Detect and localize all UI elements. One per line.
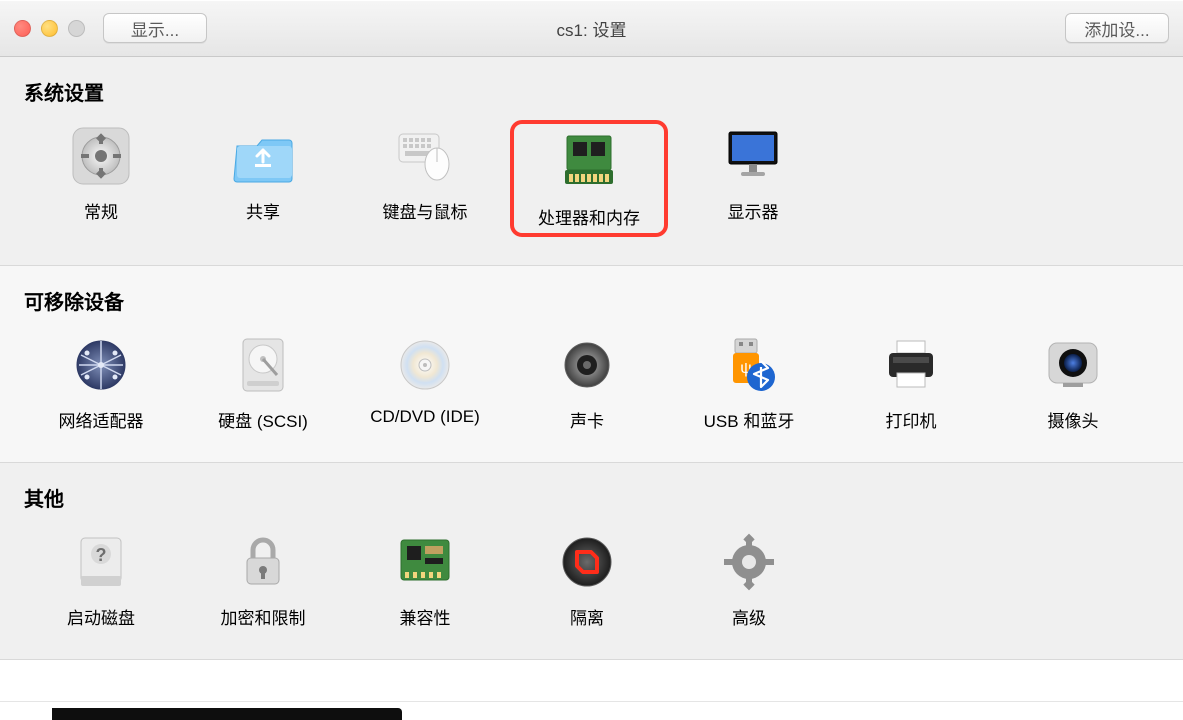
section-heading: 系统设置	[24, 77, 1159, 106]
folder-share-icon	[231, 124, 295, 188]
item-printer[interactable]: 打印机	[834, 329, 988, 434]
item-label: 键盘与鼠标	[383, 198, 468, 223]
item-label: 声卡	[570, 407, 604, 432]
item-label: 加密和限制	[221, 604, 306, 629]
camera-icon	[1041, 333, 1105, 397]
maximize-window[interactable]	[68, 20, 85, 37]
item-label: 高级	[732, 604, 766, 629]
svg-text:?: ?	[96, 545, 107, 565]
usb-bluetooth-icon: ψ	[717, 333, 781, 397]
gear-icon	[69, 124, 133, 188]
advanced-gear-icon	[717, 530, 781, 594]
isolation-icon	[555, 530, 619, 594]
item-cpu-memory[interactable]: 处理器和内存	[510, 120, 668, 237]
item-label: 启动磁盘	[67, 604, 135, 629]
item-sharing[interactable]: 共享	[186, 120, 340, 237]
add-device-button[interactable]: 添加设...	[1065, 13, 1169, 43]
item-label: 硬盘 (SCSI)	[218, 407, 308, 432]
item-label: 处理器和内存	[538, 204, 640, 229]
item-label: 显示器	[728, 198, 779, 223]
item-boot-disk[interactable]: ? 启动磁盘	[24, 526, 178, 631]
item-display[interactable]: 显示器	[676, 120, 830, 237]
item-label: 隔离	[570, 604, 604, 629]
system-settings-grid: 常规 共享	[24, 120, 1159, 237]
add-device-button-label: 添加设...	[1084, 16, 1149, 41]
cpu-memory-icon	[557, 130, 621, 194]
other-grid: ? 启动磁盘 加密和限制	[24, 526, 1159, 631]
lock-icon	[231, 530, 295, 594]
item-label: 网络适配器	[59, 407, 144, 432]
item-label: 常规	[84, 198, 118, 223]
show-button-label: 显示...	[131, 16, 179, 41]
item-label: 摄像头	[1048, 407, 1099, 432]
traffic-lights	[14, 20, 85, 37]
keyboard-mouse-icon	[393, 124, 457, 188]
minimize-window[interactable]	[41, 20, 58, 37]
item-isolation[interactable]: 隔离	[510, 526, 664, 631]
item-camera[interactable]: 摄像头	[996, 329, 1150, 434]
item-usb-bluetooth[interactable]: ψ USB 和蓝牙	[672, 329, 826, 434]
disc-icon	[393, 333, 457, 397]
section-heading: 可移除设备	[24, 286, 1159, 315]
globe-network-icon	[69, 333, 133, 397]
item-network-adapter[interactable]: 网络适配器	[24, 329, 178, 434]
item-advanced[interactable]: 高级	[672, 526, 826, 631]
board-icon	[393, 530, 457, 594]
monitor-icon	[721, 124, 785, 188]
item-hard-disk[interactable]: 硬盘 (SCSI)	[186, 329, 340, 434]
hdd-icon	[231, 333, 295, 397]
item-label: 打印机	[886, 407, 937, 432]
item-label: USB 和蓝牙	[704, 407, 795, 432]
item-keyboard-mouse[interactable]: 键盘与鼠标	[348, 120, 502, 237]
item-compatibility[interactable]: 兼容性	[348, 526, 502, 631]
item-label: 兼容性	[400, 604, 451, 629]
item-encryption[interactable]: 加密和限制	[186, 526, 340, 631]
section-heading: 其他	[24, 483, 1159, 512]
item-general[interactable]: 常规	[24, 120, 178, 237]
bottom-strip	[0, 701, 1183, 720]
removable-devices-grid: 网络适配器 硬盘 (SCSI)	[24, 329, 1159, 434]
boot-disk-icon: ?	[69, 530, 133, 594]
item-cd-dvd[interactable]: CD/DVD (IDE)	[348, 329, 502, 434]
speaker-icon	[555, 333, 619, 397]
close-window[interactable]	[14, 20, 31, 37]
item-sound[interactable]: 声卡	[510, 329, 664, 434]
titlebar: 显示... cs1: 设置 添加设...	[0, 0, 1183, 57]
item-label: CD/DVD (IDE)	[370, 407, 480, 427]
section-other: 其他 ? 启动磁盘 加密和限制	[0, 463, 1183, 660]
section-removable-devices: 可移除设备 网络适配器	[0, 266, 1183, 463]
item-label: 共享	[246, 198, 280, 223]
printer-icon	[879, 333, 943, 397]
show-button[interactable]: 显示...	[103, 13, 207, 43]
decorative-bar	[52, 708, 402, 720]
section-system-settings: 系统设置 常规	[0, 57, 1183, 266]
